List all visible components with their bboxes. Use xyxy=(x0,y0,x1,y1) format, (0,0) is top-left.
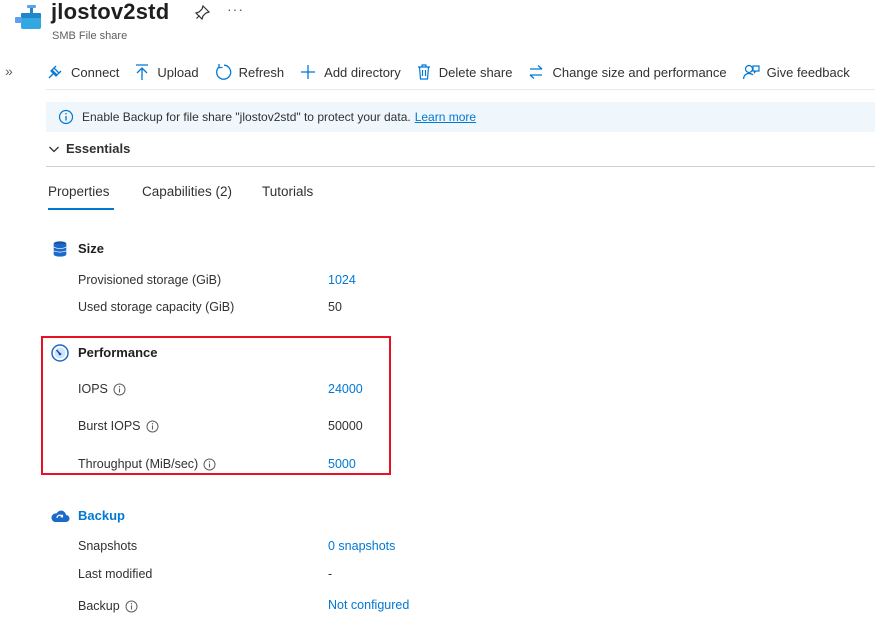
refresh-label: Refresh xyxy=(238,64,285,80)
used-storage-label: Used storage capacity (GiB) xyxy=(78,300,235,314)
refresh-button[interactable]: Refresh xyxy=(214,63,285,81)
upload-arrow-icon xyxy=(134,63,157,81)
chevron-down-icon xyxy=(48,143,66,155)
info-icon[interactable] xyxy=(120,600,138,613)
used-storage-value: 50 xyxy=(328,300,342,314)
connect-label: Connect xyxy=(71,64,120,80)
pin-icon[interactable] xyxy=(193,4,211,22)
plus-icon xyxy=(299,63,324,81)
command-toolbar: Connect Upload Refresh Add directory Del… xyxy=(46,60,865,84)
trash-icon xyxy=(416,63,439,81)
add-directory-label: Add directory xyxy=(324,64,401,80)
refresh-icon xyxy=(214,63,239,81)
plug-icon xyxy=(46,63,71,81)
learn-more-link[interactable]: Learn more xyxy=(415,110,476,124)
backup-info-banner: Enable Backup for file share "jlostov2st… xyxy=(46,102,875,132)
backup-status-label: Backup xyxy=(78,599,138,613)
delete-share-label: Delete share xyxy=(438,64,513,80)
banner-text: Enable Backup for file share "jlostov2st… xyxy=(82,110,411,124)
tab-capabilities[interactable]: Capabilities (2) xyxy=(142,184,232,199)
expand-menu-button[interactable]: » xyxy=(5,63,13,79)
page-title: jlostov2std xyxy=(51,0,170,24)
backup-status-label-text: Backup xyxy=(78,599,120,613)
last-modified-label: Last modified xyxy=(78,567,153,581)
swap-arrows-icon xyxy=(527,63,552,81)
feedback-person-icon xyxy=(742,63,767,81)
active-tab-indicator xyxy=(48,208,114,210)
more-options-button[interactable]: ··· xyxy=(227,1,244,17)
provisioned-storage-label: Provisioned storage (GiB) xyxy=(78,273,222,287)
file-share-icon xyxy=(12,3,44,35)
essentials-toggle[interactable]: Essentials xyxy=(48,141,130,156)
delete-share-button[interactable]: Delete share xyxy=(416,63,513,81)
backup-section-title[interactable]: Backup xyxy=(78,508,125,523)
database-icon xyxy=(51,240,69,258)
tab-properties[interactable]: Properties xyxy=(48,184,110,199)
connect-button[interactable]: Connect xyxy=(46,63,119,81)
provisioned-storage-value[interactable]: 1024 xyxy=(328,273,356,287)
give-feedback-button[interactable]: Give feedback xyxy=(742,63,850,81)
essentials-divider xyxy=(46,166,875,167)
snapshots-label: Snapshots xyxy=(78,539,138,553)
info-icon xyxy=(58,109,82,125)
performance-highlight-box xyxy=(41,336,391,475)
essentials-label: Essentials xyxy=(66,141,131,156)
add-directory-button[interactable]: Add directory xyxy=(299,63,401,81)
upload-button[interactable]: Upload xyxy=(134,63,199,81)
change-size-button[interactable]: Change size and performance xyxy=(527,63,727,81)
upload-label: Upload xyxy=(157,64,199,80)
size-section-title: Size xyxy=(78,241,105,256)
give-feedback-label: Give feedback xyxy=(766,64,850,80)
backup-status-value[interactable]: Not configured xyxy=(328,598,409,612)
last-modified-value: - xyxy=(328,567,333,581)
change-size-label: Change size and performance xyxy=(552,64,727,80)
toolbar-divider xyxy=(46,89,875,90)
tab-tutorials[interactable]: Tutorials xyxy=(262,184,313,199)
cloud-backup-icon xyxy=(50,507,70,525)
snapshots-value[interactable]: 0 snapshots xyxy=(328,539,395,553)
page-subtitle: SMB File share xyxy=(52,30,128,42)
